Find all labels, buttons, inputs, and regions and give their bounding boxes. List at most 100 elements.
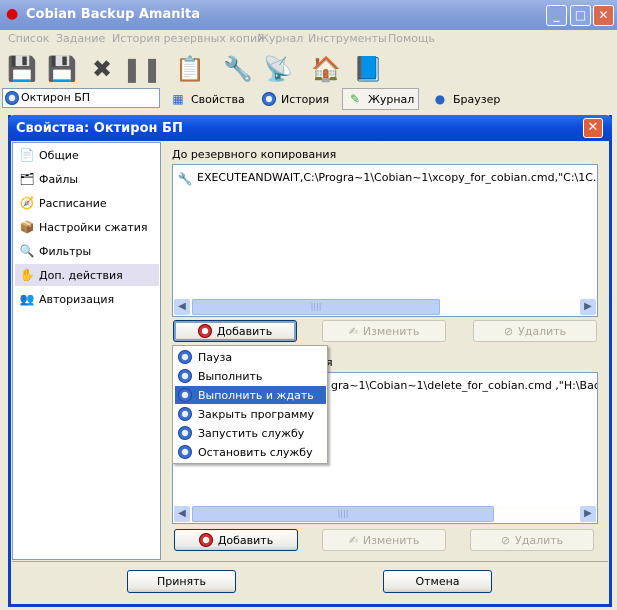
scroll-right-icon[interactable]: ▶ xyxy=(580,506,596,522)
general-icon: 📄 xyxy=(19,148,35,162)
menu-item-stop-service[interactable]: Остановить службу xyxy=(175,443,326,461)
add-action-menu: Пауза Выполнить Выполнить и ждать Закрыт… xyxy=(172,345,328,464)
task-list[interactable]: Октирон БП xyxy=(2,88,160,108)
menu-label: Закрыть программу xyxy=(198,407,315,421)
stopwatch-icon xyxy=(178,445,192,459)
delete-button-before[interactable]: ⊘ Удалить xyxy=(473,320,597,342)
stopwatch-icon xyxy=(178,388,192,402)
maximize-button[interactable]: □ xyxy=(570,5,591,26)
item-text: EXECUTEANDWAIT,C:\Progra~1\Cobian~1\xcop… xyxy=(197,171,598,184)
task-icon xyxy=(5,91,19,105)
clipboard-icon[interactable]: 📋 xyxy=(172,52,208,86)
minimize-button[interactable]: _ xyxy=(546,5,567,26)
delete-button-after[interactable]: ⊘ Удалить xyxy=(470,529,594,551)
stopwatch-icon xyxy=(178,426,192,440)
accept-button[interactable]: Принять xyxy=(127,570,236,593)
nav-compression[interactable]: 📦 Настройки сжатия xyxy=(15,216,159,238)
tab-label: Журнал xyxy=(368,92,415,106)
tab-browser[interactable]: ● Браузер xyxy=(432,88,501,110)
nav-extra-actions[interactable]: ✋ Доп. действия xyxy=(15,264,159,286)
menu-tools[interactable]: Инструменты xyxy=(308,32,387,45)
menu-history[interactable]: История резервных копий xyxy=(112,32,264,45)
dialog-title: Свойства: Октирон БП xyxy=(16,121,183,136)
pause-icon[interactable]: ❚❚ xyxy=(122,52,162,86)
menu-item-execute-and-wait[interactable]: Выполнить и ждать xyxy=(175,386,326,404)
nav-authorization[interactable]: 👥 Авторизация xyxy=(15,288,159,310)
schedule-icon: 🧭 xyxy=(19,196,35,210)
properties-icon: ▦ xyxy=(172,92,184,106)
scroll-right-icon[interactable]: ▶ xyxy=(580,299,596,315)
horizontal-scrollbar[interactable]: ◀ |||| ▶ xyxy=(174,299,596,315)
app-icon: ● xyxy=(6,6,19,22)
nav-filters[interactable]: 🔍 Фильтры xyxy=(15,240,159,262)
horizontal-scrollbar[interactable]: ◀ |||| ▶ xyxy=(174,506,596,522)
edit-icon: ✍ xyxy=(348,533,358,547)
button-label: Добавить xyxy=(217,533,274,547)
tab-label: Браузер xyxy=(453,92,501,106)
cancel-icon[interactable]: ✖ xyxy=(84,52,120,86)
backup-icon[interactable]: 💾 xyxy=(44,52,80,86)
add-button-after[interactable]: Добавить xyxy=(174,529,298,551)
menu-list[interactable]: Список xyxy=(8,32,49,45)
nav-general[interactable]: 📄 Общие xyxy=(15,144,159,166)
files-icon: 🗂 xyxy=(19,172,35,186)
add-button-before[interactable]: Добавить xyxy=(173,320,297,342)
nav-schedule[interactable]: 🧭 Расписание xyxy=(15,192,159,214)
wrench-icon: 🔧 xyxy=(177,172,193,186)
button-label: Отмена xyxy=(415,575,460,588)
compression-icon: 📦 xyxy=(19,220,35,234)
cancel-button[interactable]: Отмена xyxy=(383,570,492,593)
delete-icon: ⊘ xyxy=(500,533,511,547)
add-icon xyxy=(197,324,212,338)
menu-label: Остановить службу xyxy=(198,445,313,459)
actions-icon: ✋ xyxy=(19,268,35,282)
menu-bar: Список Задание История резервных копий Ж… xyxy=(0,30,617,48)
button-label: Принять xyxy=(156,575,207,588)
globe-icon: ● xyxy=(434,92,446,106)
window-title: Cobian Backup Amanita xyxy=(26,7,200,22)
tab-history[interactable]: История xyxy=(262,88,329,110)
book-icon[interactable]: 📘 xyxy=(350,52,386,86)
stopwatch-icon xyxy=(178,407,192,421)
edit-icon: ✍ xyxy=(348,324,358,338)
menu-label: Выполнить xyxy=(198,369,263,383)
scroll-thumb[interactable]: |||| xyxy=(192,506,494,522)
users-icon: 👥 xyxy=(19,292,35,306)
list-item[interactable]: 🔧 EXECUTEANDWAIT,C:\Progra~1\Cobian~1\xco… xyxy=(177,171,598,187)
history-icon xyxy=(262,92,276,106)
scroll-left-icon[interactable]: ◀ xyxy=(174,299,190,315)
menu-item-pause[interactable]: Пауза xyxy=(175,348,326,366)
menu-item-close-program[interactable]: Закрыть программу xyxy=(175,405,326,423)
nav-label: Авторизация xyxy=(39,292,115,306)
task-name[interactable]: Октирон БП xyxy=(21,91,90,104)
nav-label: Доп. действия xyxy=(39,268,123,282)
scroll-thumb[interactable]: |||| xyxy=(192,299,440,315)
wrench-icon[interactable]: 🔧 xyxy=(220,52,256,86)
menu-item-execute[interactable]: Выполнить xyxy=(175,367,326,385)
title-bar: ● Cobian Backup Amanita _ □ ✕ xyxy=(0,0,617,30)
edit-button-after[interactable]: ✍ Изменить xyxy=(322,529,446,551)
divider xyxy=(12,561,608,562)
button-label: Добавить xyxy=(216,324,273,338)
home-icon[interactable]: 🏠 xyxy=(308,52,344,86)
menu-item-start-service[interactable]: Запустить службу xyxy=(175,424,326,442)
before-backup-list[interactable]: 🔧 EXECUTEANDWAIT,C:\Progra~1\Cobian~1\xco… xyxy=(172,164,598,317)
delete-icon: ⊘ xyxy=(503,324,514,338)
scroll-left-icon[interactable]: ◀ xyxy=(174,506,190,522)
nav-label: Расписание xyxy=(39,196,107,210)
tab-properties[interactable]: ▦ Свойства xyxy=(170,88,244,110)
menu-task[interactable]: Задание xyxy=(56,32,105,45)
menu-log[interactable]: Журнал xyxy=(257,32,303,45)
close-button[interactable]: ✕ xyxy=(593,5,614,26)
backup-all-icon[interactable]: 💾 xyxy=(4,52,40,86)
edit-button-before[interactable]: ✍ Изменить xyxy=(322,320,446,342)
button-label: Изменить xyxy=(362,533,420,547)
menu-help[interactable]: Помощь xyxy=(388,32,435,45)
dialog-close-button[interactable]: ✕ xyxy=(583,118,603,138)
list-item[interactable]: gra~1\Cobian~1\delete_for_cobian.cmd ,"H… xyxy=(331,379,597,392)
button-label: Удалить xyxy=(515,533,564,547)
antenna-icon[interactable]: 📡 xyxy=(260,52,296,86)
nav-files[interactable]: 🗂 Файлы xyxy=(15,168,159,190)
menu-label: Пауза xyxy=(198,350,233,364)
tab-log[interactable]: ✎ Журнал xyxy=(342,88,420,110)
